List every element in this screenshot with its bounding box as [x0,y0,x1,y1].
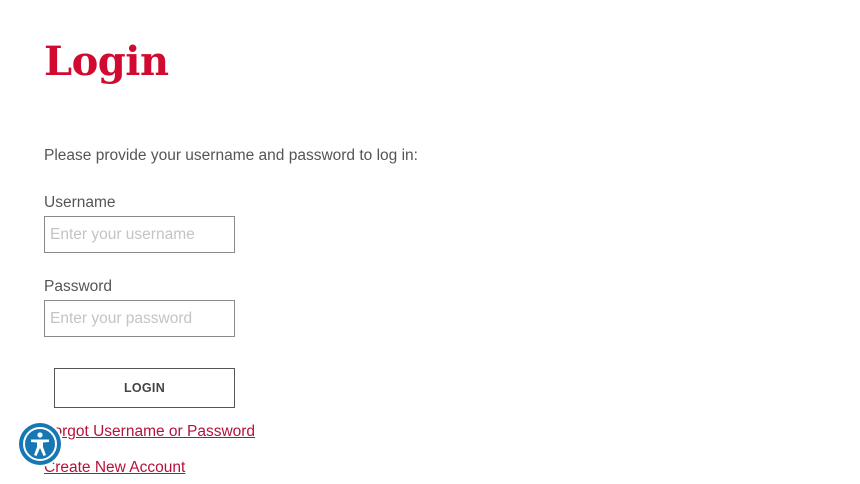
password-input[interactable] [44,300,235,337]
username-label: Username [44,194,116,211]
login-instructions: Please provide your username and passwor… [44,147,418,164]
forgot-username-password-link[interactable]: Forgot Username or Password [44,423,255,441]
page-title: Login [44,38,169,85]
accessibility-person-icon [23,427,57,461]
username-input[interactable] [44,216,235,253]
login-button[interactable]: LOGIN [54,368,235,408]
create-account-link[interactable]: Create New Account [44,459,185,477]
password-label: Password [44,278,113,295]
login-page: Login Please provide your username and p… [0,0,860,484]
accessibility-button[interactable] [19,423,61,465]
